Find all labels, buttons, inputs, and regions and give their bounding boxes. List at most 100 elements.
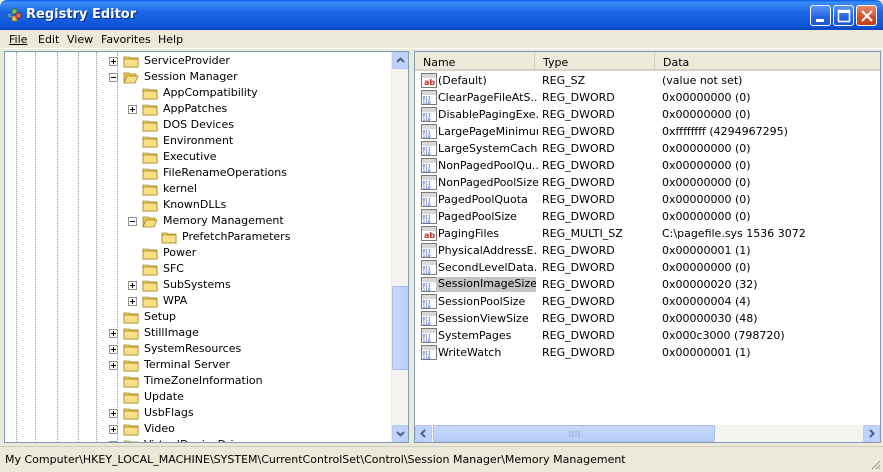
- tree-item[interactable]: AppPatches: [5, 101, 393, 117]
- title-bar[interactable]: Registry Editor: [0, 0, 883, 30]
- value-data: 0x00000000 (0): [662, 108, 751, 121]
- list-item[interactable]: 011 110 WriteWatch REG_DWORD 0x00000001 (1): [415, 344, 880, 361]
- registry-editor-icon: [6, 8, 22, 22]
- folder-icon: [123, 360, 139, 372]
- collapse-icon[interactable]: [109, 73, 118, 82]
- menu-help[interactable]: Help: [158, 33, 183, 46]
- list-item[interactable]: ab (Default) REG_SZ (value not set): [415, 72, 880, 89]
- list-item[interactable]: 011 110 SessionViewSize REG_DWORD 0x00000030…: [415, 310, 880, 327]
- list-item[interactable]: 011 110 LargeSystemCache REG_DWORD 0x0000000…: [415, 140, 880, 157]
- list-item[interactable]: 011 110 PagedPoolQuota REG_DWORD 0x00000000 …: [415, 191, 880, 208]
- tree-item[interactable]: DOS Devices: [5, 117, 393, 133]
- tree-item[interactable]: StillImage: [5, 325, 393, 341]
- list-item[interactable]: 011 110 NonPagedPoolQu... REG_DWORD 0x000000…: [415, 157, 880, 174]
- expand-icon[interactable]: [109, 441, 118, 442]
- tree-item[interactable]: WPA: [5, 293, 393, 309]
- folder-icon: [123, 344, 139, 356]
- tree-item[interactable]: AppCompatibility: [5, 85, 393, 101]
- collapse-icon[interactable]: [128, 217, 137, 226]
- binary-value-icon: 011110: [421, 345, 437, 360]
- registry-tree[interactable]: ServiceProvider Session Manager AppCompati…: [4, 51, 409, 443]
- tree-item-label: AppPatches: [163, 102, 228, 115]
- horizontal-scroll-thumb[interactable]: [433, 425, 715, 442]
- expand-icon[interactable]: [109, 57, 118, 66]
- tree-item[interactable]: UsbFlags: [5, 405, 393, 421]
- scroll-down-button[interactable]: [392, 425, 408, 442]
- list-item[interactable]: 011 110 SessionPoolSize REG_DWORD 0x00000004…: [415, 293, 880, 310]
- column-header-name[interactable]: Name: [415, 52, 535, 71]
- list-item[interactable]: 011 110 ClearPageFileAtS... REG_DWORD 0x0000…: [415, 89, 880, 106]
- tree-item[interactable]: Setup: [5, 309, 393, 325]
- tree-item[interactable]: Session Manager: [5, 69, 393, 85]
- value-type: REG_DWORD: [542, 210, 615, 223]
- list-item[interactable]: 011 110 NonPagedPoolSize REG_DWORD 0x0000000…: [415, 174, 880, 191]
- value-name: WriteWatch: [438, 346, 502, 359]
- maximize-button[interactable]: [833, 5, 854, 26]
- tree-item[interactable]: kernel: [5, 181, 393, 197]
- tree-item[interactable]: TimeZoneInformation: [5, 373, 393, 389]
- resize-grip-icon[interactable]: [869, 458, 881, 470]
- tree-item[interactable]: SubSystems: [5, 277, 393, 293]
- tree-item[interactable]: VirtualDeviceDrivers: [5, 437, 393, 442]
- expand-icon[interactable]: [128, 105, 137, 114]
- value-data: 0x00000004 (4): [662, 295, 751, 308]
- column-header-data[interactable]: Data: [655, 52, 880, 71]
- list-item[interactable]: 011 110 SystemPages REG_DWORD 0x000c3000 (79…: [415, 327, 880, 344]
- tree-item[interactable]: ServiceProvider: [5, 53, 393, 69]
- tree-item-label: Terminal Server: [144, 358, 231, 371]
- value-name: NonPagedPoolQu...: [438, 159, 538, 172]
- list-item[interactable]: 011 110 PagedPoolSize REG_DWORD 0x00000000 (…: [415, 208, 880, 225]
- scroll-left-button[interactable]: [415, 425, 432, 442]
- list-item[interactable]: 011 110 PhysicalAddressE... REG_DWORD 0x0000…: [415, 242, 880, 259]
- expand-icon[interactable]: [109, 345, 118, 354]
- tree-vertical-scrollbar[interactable]: [391, 52, 408, 442]
- expand-icon[interactable]: [109, 425, 118, 434]
- scroll-thumb[interactable]: [392, 286, 408, 370]
- list-item[interactable]: 011 110 DisablePagingExe... REG_DWORD 0x0000…: [415, 106, 880, 123]
- tree-item[interactable]: Update: [5, 389, 393, 405]
- menu-view[interactable]: View: [67, 33, 93, 46]
- tree-item[interactable]: PrefetchParameters: [5, 229, 393, 245]
- menu-file[interactable]: File: [9, 33, 27, 46]
- expand-icon[interactable]: [109, 329, 118, 338]
- tree-item[interactable]: Memory Management: [5, 213, 393, 229]
- close-button[interactable]: [856, 5, 877, 26]
- tree-item[interactable]: Video: [5, 421, 393, 437]
- value-name: SessionViewSize: [438, 312, 529, 325]
- tree-item-label: WPA: [163, 294, 188, 307]
- list-item[interactable]: 011 110 LargePageMinimum REG_DWORD 0xfffffff…: [415, 123, 880, 140]
- scroll-right-button[interactable]: [863, 425, 880, 442]
- folder-open-icon: [142, 216, 158, 228]
- values-list[interactable]: Name Type Data ab (Default) REG_SZ (value n…: [414, 51, 881, 443]
- tree-item-label: TimeZoneInformation: [144, 374, 263, 387]
- expand-icon[interactable]: [109, 361, 118, 370]
- list-item[interactable]: ab PagingFiles REG_MULTI_SZ C:\pagefile.sys…: [415, 225, 880, 242]
- tree-item[interactable]: Terminal Server: [5, 357, 393, 373]
- minimize-button[interactable]: [810, 5, 831, 26]
- list-item[interactable]: 011 110 SecondLevelData... REG_DWORD 0x00000…: [415, 259, 880, 276]
- tree-item[interactable]: SFC: [5, 261, 393, 277]
- tree-item[interactable]: SystemResources: [5, 341, 393, 357]
- column-header-type[interactable]: Type: [535, 52, 655, 71]
- menu-favorites[interactable]: Favorites: [101, 33, 151, 46]
- tree-item-label: Memory Management: [163, 214, 284, 227]
- scroll-up-button[interactable]: [392, 52, 408, 69]
- folder-icon: [123, 392, 139, 404]
- tree-item[interactable]: FileRenameOperations: [5, 165, 393, 181]
- menu-edit[interactable]: Edit: [38, 33, 59, 46]
- chevron-down-icon: [396, 431, 405, 437]
- tree-item[interactable]: Power: [5, 245, 393, 261]
- tree-item[interactable]: Environment: [5, 133, 393, 149]
- tree-item[interactable]: Executive: [5, 149, 393, 165]
- binary-value-icon: 011110: [421, 107, 437, 122]
- tree-item-label: VirtualDeviceDrivers: [144, 438, 257, 442]
- list-item[interactable]: 011 110 SessionImageSize REG_DWORD 0x0000002…: [415, 276, 880, 293]
- value-data: 0x00000020 (32): [662, 278, 758, 291]
- tree-item[interactable]: KnownDLLs: [5, 197, 393, 213]
- value-data: 0x00000001 (1): [662, 346, 751, 359]
- expand-icon[interactable]: [128, 281, 137, 290]
- list-horizontal-scrollbar[interactable]: [415, 425, 880, 442]
- expand-icon[interactable]: [128, 297, 137, 306]
- expand-icon[interactable]: [109, 409, 118, 418]
- folder-icon: [142, 184, 158, 196]
